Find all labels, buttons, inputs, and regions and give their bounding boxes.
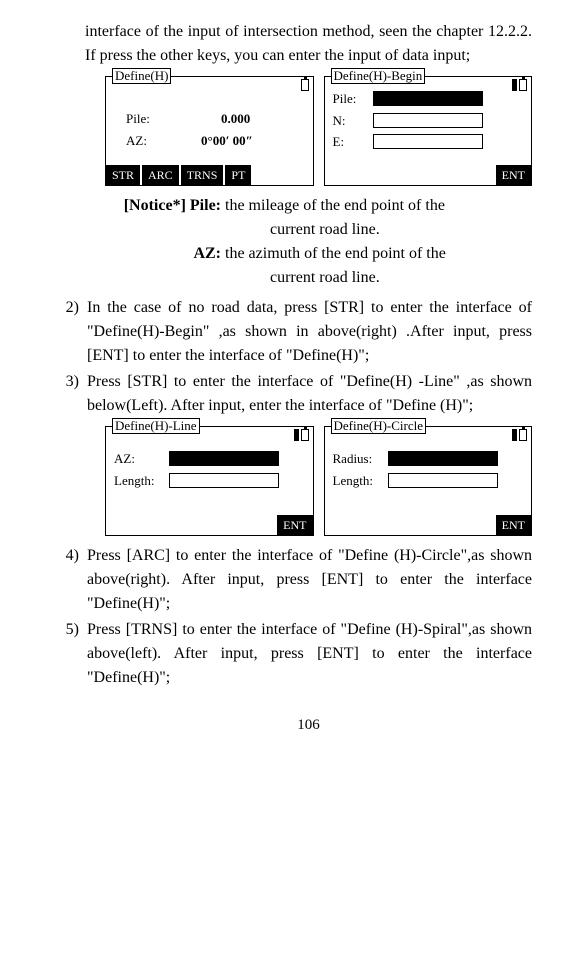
step-number: 5): [57, 618, 87, 690]
radius-label: Radius:: [333, 449, 388, 469]
ent-softkey[interactable]: ENT: [496, 165, 531, 185]
radius-input[interactable]: [388, 451, 498, 466]
pile-label: Pile:: [126, 109, 181, 129]
define-h-box: Define(H) Pile: 0.000 AZ: 0°00′ 00″ STR …: [105, 76, 314, 186]
signal-icon: [512, 429, 517, 441]
step-4-text: Press [ARC] to enter the interface of "D…: [87, 544, 532, 616]
str-softkey[interactable]: STR: [106, 165, 140, 185]
box4-title: Define(H)-Circle: [331, 418, 427, 434]
step-2: 2) In the case of no road data, press [S…: [85, 296, 532, 368]
ui-row-2: Define(H)-Line AZ: Length: ENT Define(H)…: [105, 426, 532, 536]
box2-title: Define(H)-Begin: [331, 68, 426, 84]
notice-label: [Notice*] Pile:: [85, 194, 225, 218]
step-3: 3) Press [STR] to enter the interface of…: [85, 370, 532, 418]
step-3-text: Press [STR] to enter the interface of "D…: [87, 370, 532, 418]
battery-icon: [301, 429, 309, 441]
battery-icon: [519, 429, 527, 441]
notice-block: [Notice*] Pile: the mileage of the end p…: [85, 194, 532, 290]
e-input[interactable]: [373, 134, 483, 149]
pile-value: 0.000: [221, 109, 250, 129]
az-value: 0°00′ 00″: [201, 131, 253, 151]
pt-softkey[interactable]: PT: [225, 165, 251, 185]
box1-title: Define(H): [112, 68, 171, 84]
az-label: AZ:: [126, 131, 181, 151]
battery-icon: [301, 79, 309, 91]
define-h-line-box: Define(H)-Line AZ: Length: ENT: [105, 426, 314, 536]
ent-softkey[interactable]: ENT: [277, 515, 312, 535]
define-h-begin-box: Define(H)-Begin Pile: N: E: ENT: [324, 76, 533, 186]
step-2-text: In the case of no road data, press [STR]…: [87, 296, 532, 368]
step-number: 4): [57, 544, 87, 616]
length-label: Length:: [114, 471, 169, 491]
ui-row-1: Define(H) Pile: 0.000 AZ: 0°00′ 00″ STR …: [105, 76, 532, 186]
n-input[interactable]: [373, 113, 483, 128]
intro-paragraph: interface of the input of intersection m…: [85, 20, 532, 68]
notice-text-1a: the mileage of the end point of the: [225, 194, 532, 218]
trns-softkey[interactable]: TRNS: [181, 165, 224, 185]
length-input[interactable]: [388, 473, 498, 488]
az-notice-label: AZ:: [85, 242, 225, 266]
step-number: 2): [57, 296, 87, 368]
pile-input[interactable]: [373, 91, 483, 106]
signal-icon: [294, 429, 299, 441]
az-input[interactable]: [169, 451, 279, 466]
e-label: E:: [333, 132, 373, 152]
define-h-circle-box: Define(H)-Circle Radius: Length: ENT: [324, 426, 533, 536]
notice-text-2b: current road line.: [270, 266, 532, 290]
ent-softkey[interactable]: ENT: [496, 515, 531, 535]
step-5: 5) Press [TRNS] to enter the interface o…: [85, 618, 532, 690]
box3-title: Define(H)-Line: [112, 418, 200, 434]
length-input[interactable]: [169, 473, 279, 488]
signal-icon: [512, 79, 517, 91]
step-number: 3): [57, 370, 87, 418]
length-label: Length:: [333, 471, 388, 491]
battery-icon: [519, 79, 527, 91]
step-5-text: Press [TRNS] to enter the interface of "…: [87, 618, 532, 690]
pile-label: Pile:: [333, 89, 373, 109]
notice-text-2a: the azimuth of the end point of the: [225, 242, 532, 266]
az-label: AZ:: [114, 449, 169, 469]
page-number: 106: [85, 714, 532, 737]
arc-softkey[interactable]: ARC: [142, 165, 179, 185]
step-4: 4) Press [ARC] to enter the interface of…: [85, 544, 532, 616]
n-label: N:: [333, 111, 373, 131]
notice-text-1b: current road line.: [270, 218, 532, 242]
